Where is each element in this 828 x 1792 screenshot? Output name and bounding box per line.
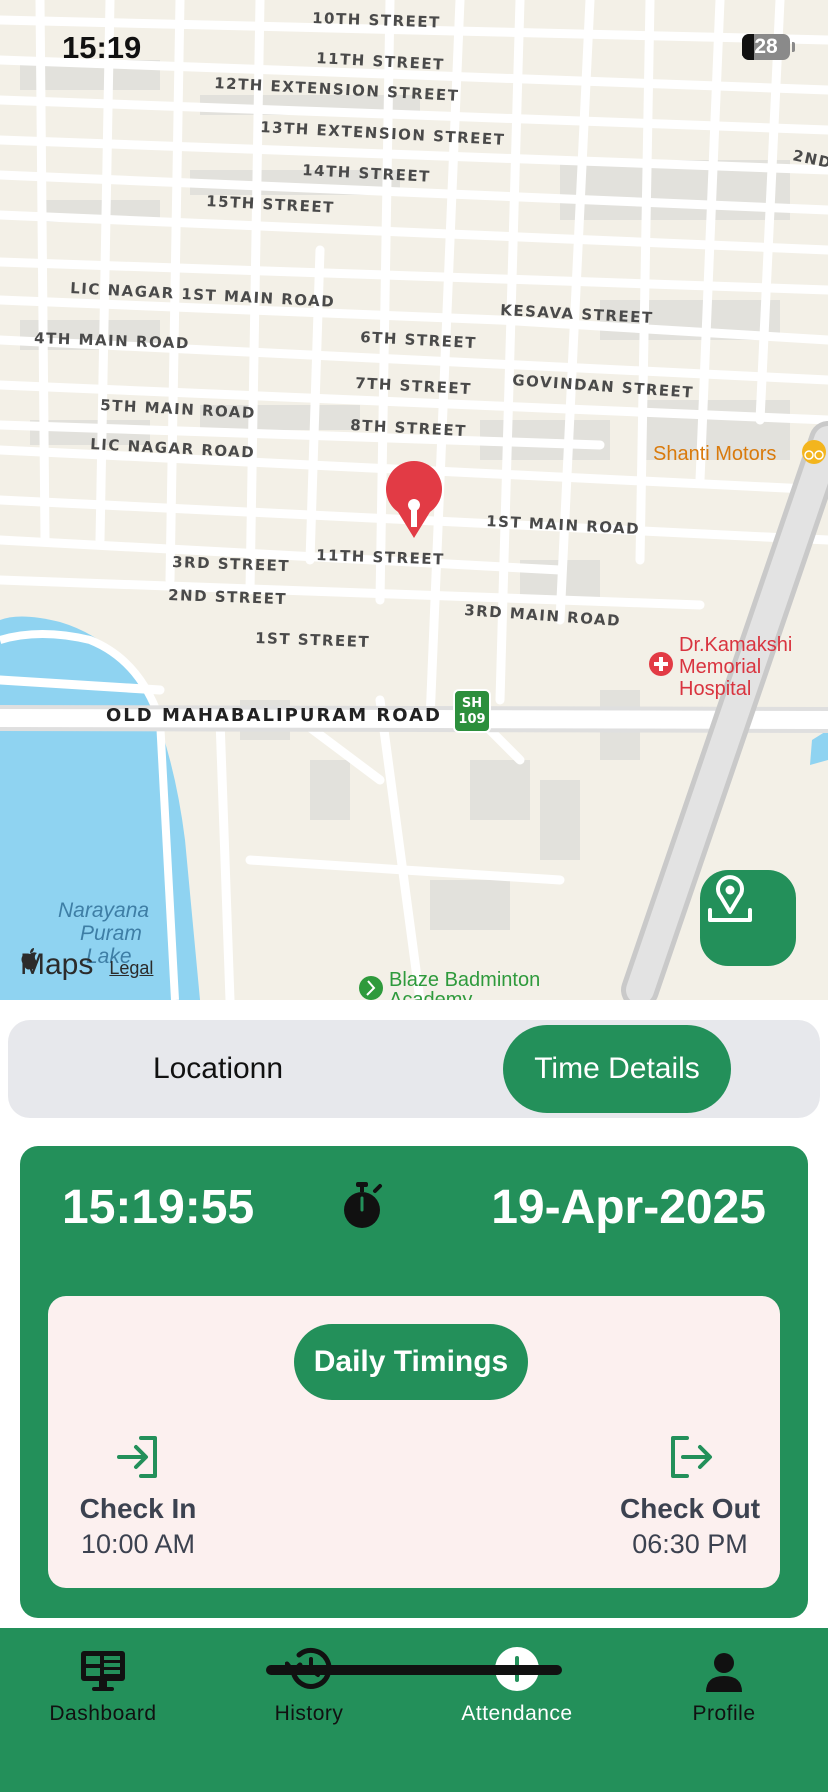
lake-label-line1: Narayana bbox=[58, 899, 149, 922]
time-card: 15:19:55 19-Apr-2025 Daily Timings Check… bbox=[20, 1146, 808, 1618]
nav-profile[interactable]: Profile bbox=[639, 1642, 809, 1726]
lake-label-line2: Puram bbox=[80, 922, 142, 945]
street-label: 11TH STREET bbox=[316, 546, 445, 568]
maps-logo: Maps bbox=[20, 948, 93, 982]
home-indicator bbox=[266, 1665, 562, 1675]
highway-shield: SH 109 bbox=[453, 689, 491, 733]
check-in-label: Check In bbox=[79, 1493, 197, 1524]
hospital-icon bbox=[649, 652, 673, 676]
check-out-label: Check Out bbox=[619, 1493, 761, 1524]
current-time: 15:19:55 bbox=[62, 1181, 255, 1234]
details-panel: Locationn Time Details 15:19:55 19-Apr-2… bbox=[0, 1000, 828, 1628]
street-label: 6TH STREET bbox=[360, 328, 478, 352]
map-view[interactable]: 10TH STREET 11TH STREET 12TH EXTENSION S… bbox=[0, 0, 828, 1000]
daily-timings-title: Daily Timings bbox=[294, 1324, 528, 1400]
current-date: 19-Apr-2025 bbox=[491, 1181, 766, 1234]
highway-shield-line1: SH bbox=[462, 696, 482, 711]
stopwatch-icon bbox=[344, 1182, 382, 1228]
monitor-icon bbox=[81, 1651, 125, 1691]
check-out-block: Check Out 06:30 PM bbox=[600, 1432, 780, 1560]
poi-hospital-line1: Dr.Kamakshi bbox=[679, 634, 792, 656]
poi-shanti-motors: Shanti Motors bbox=[653, 443, 776, 465]
check-out-time: 06:30 PM bbox=[632, 1529, 748, 1559]
map-canvas: 10TH STREET 11TH STREET 12TH EXTENSION S… bbox=[0, 0, 828, 1000]
sports-icon bbox=[359, 976, 383, 1000]
street-label: 3RD STREET bbox=[172, 553, 291, 575]
daily-timings-card: Daily Timings Check In 10:00 AM Check Ou… bbox=[48, 1296, 780, 1588]
status-icons: 28 bbox=[742, 34, 795, 60]
login-icon bbox=[117, 1436, 157, 1478]
nav-dashboard-label: Dashboard bbox=[49, 1702, 157, 1725]
poi-hospital-line2: Memorial bbox=[679, 656, 761, 678]
street-label: 1ST STREET bbox=[255, 629, 371, 651]
nav-attendance-label: Attendance bbox=[461, 1702, 573, 1725]
logout-icon bbox=[671, 1436, 712, 1478]
maps-attribution: Maps Legal bbox=[20, 948, 153, 982]
legal-link[interactable]: Legal bbox=[109, 958, 153, 979]
poi-badminton-line1: Blaze Badminton bbox=[389, 969, 540, 991]
nav-profile-label: Profile bbox=[692, 1702, 756, 1725]
location-pin-icon bbox=[708, 875, 752, 922]
highway-shield-line2: 109 bbox=[458, 712, 485, 727]
poi-hospital-line3: Hospital bbox=[679, 678, 751, 700]
nav-dashboard[interactable]: Dashboard bbox=[18, 1642, 188, 1726]
bicycle-icon bbox=[802, 440, 826, 464]
locate-me-button[interactable] bbox=[700, 870, 796, 966]
street-label: 5TH MAIN ROAD bbox=[100, 396, 257, 422]
street-label: 2ND STREET bbox=[168, 586, 288, 608]
check-in-block: Check In 10:00 AM bbox=[48, 1432, 228, 1560]
tab-time-details[interactable]: Time Details bbox=[503, 1025, 731, 1113]
battery-level: 28 bbox=[754, 35, 778, 58]
street-label: 13TH EXTENSION STREET bbox=[260, 118, 506, 149]
street-label: OLD MAHABALIPURAM ROAD bbox=[106, 705, 442, 726]
apple-logo-icon bbox=[21, 948, 38, 970]
person-icon bbox=[706, 1653, 742, 1692]
bottom-navigation: Dashboard History Attendance Profile bbox=[0, 1628, 828, 1792]
street-label: 7TH STREET bbox=[355, 374, 473, 398]
street-label: 15TH STREET bbox=[206, 192, 335, 217]
status-time: 15:19 bbox=[62, 30, 142, 65]
nav-history-label: History bbox=[274, 1702, 344, 1725]
nav-history[interactable]: History bbox=[224, 1642, 394, 1726]
battery-icon: 28 bbox=[742, 34, 795, 60]
nav-attendance[interactable]: Attendance bbox=[432, 1642, 602, 1726]
check-in-time: 10:00 AM bbox=[80, 1529, 196, 1559]
segmented-control: Locationn Time Details bbox=[8, 1020, 820, 1118]
poi-badminton-line2: Academy bbox=[389, 989, 472, 1000]
tab-location[interactable]: Locationn bbox=[68, 1025, 368, 1113]
